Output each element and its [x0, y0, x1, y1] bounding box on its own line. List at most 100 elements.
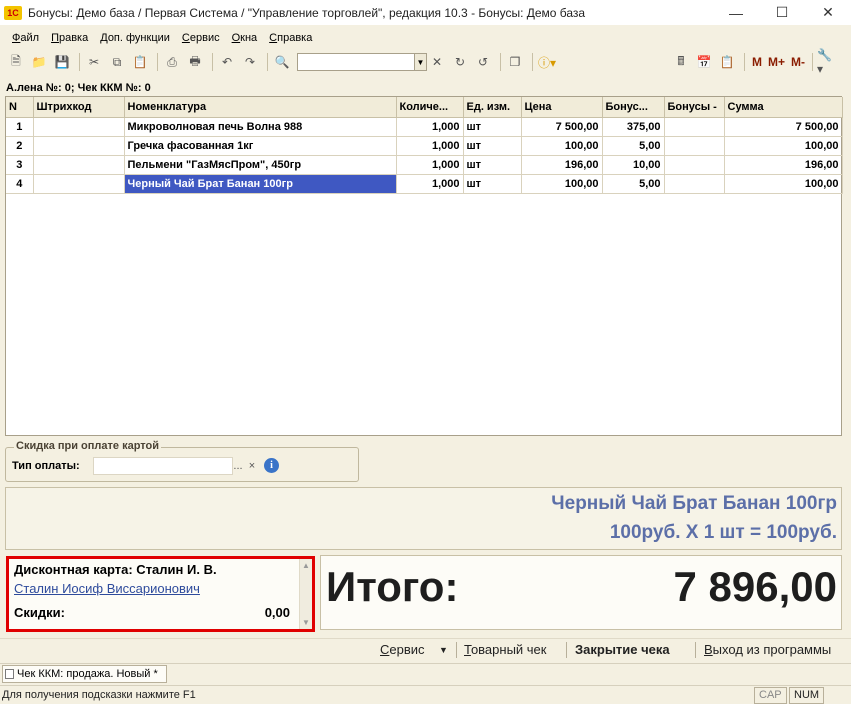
cell-barcode[interactable]: [33, 155, 125, 175]
memory-minus-button[interactable]: M-: [791, 55, 805, 69]
find-next-icon[interactable]: ↻: [450, 52, 470, 72]
pay-type-clear-icon[interactable]: ×: [246, 458, 258, 474]
cell-sum[interactable]: 7 500,00: [724, 117, 843, 137]
menu-edit[interactable]: Правка: [51, 32, 88, 44]
cell-bonus[interactable]: 375,00: [602, 117, 665, 137]
open-folder-icon[interactable]: 📁: [29, 52, 49, 72]
cell-barcode[interactable]: [33, 136, 125, 156]
cell-price[interactable]: 196,00: [521, 155, 603, 175]
cell-qty[interactable]: 1,000: [396, 174, 464, 194]
column-header-barcode[interactable]: Штрихкод: [33, 97, 125, 118]
cut-icon[interactable]: ✂: [84, 52, 104, 72]
redo-icon[interactable]: ↷: [240, 52, 260, 72]
cell-barcode[interactable]: [33, 174, 125, 194]
cell-sum[interactable]: 100,00: [724, 174, 843, 194]
settings-wrench-icon[interactable]: 🔧▾: [817, 48, 837, 76]
menu-extra-functions[interactable]: Доп. функции: [100, 32, 170, 44]
goods-receipt-button[interactable]: Товарный чек: [464, 642, 546, 657]
cell-price[interactable]: 100,00: [521, 174, 603, 194]
cell-item[interactable]: Черный Чай Брат Банан 100гр: [124, 174, 397, 194]
table-row[interactable]: 2 Гречка фасованная 1кг 1,000 шт 100,00 …: [6, 136, 843, 156]
cell-item[interactable]: Микроволновая печь Волна 988: [124, 117, 397, 137]
memory-plus-button[interactable]: M+: [768, 55, 785, 69]
cell-unit[interactable]: шт: [463, 117, 522, 137]
column-header-bonus-minus[interactable]: Бонусы -: [664, 97, 725, 118]
cell-n[interactable]: 1: [6, 117, 34, 137]
clear-search-icon[interactable]: ✕: [427, 52, 447, 72]
column-header-item[interactable]: Номенклатура: [124, 97, 397, 118]
info-dropdown-icon[interactable]: ⓘ▾: [537, 52, 557, 72]
table-row[interactable]: 1 Микроволновая печь Волна 988 1,000 шт …: [6, 117, 843, 137]
cell-unit[interactable]: шт: [463, 155, 522, 175]
search-icon[interactable]: 🔍: [272, 52, 292, 72]
pay-type-select-button[interactable]: ...: [232, 458, 244, 474]
cell-bonus[interactable]: 5,00: [602, 174, 665, 194]
pay-type-input[interactable]: [93, 457, 233, 475]
table-row[interactable]: 3 Пельмени "ГазМясПром", 450гр 1,000 шт …: [6, 155, 843, 175]
menu-help[interactable]: Справка: [269, 32, 312, 44]
close-icon[interactable]: ✕: [805, 0, 851, 25]
discount-card-scrollbar[interactable]: ▲ ▼: [299, 559, 312, 629]
table-row-selected[interactable]: 4 Черный Чай Брат Банан 100гр 1,000 шт 1…: [6, 174, 843, 194]
discount-card-owner-link[interactable]: Сталин Иосиф Виссарионович: [14, 581, 200, 596]
scroll-down-icon[interactable]: ▼: [302, 618, 310, 627]
paste-icon[interactable]: 📋: [130, 52, 150, 72]
print-icon[interactable]: ⎙: [162, 52, 182, 72]
memory-button[interactable]: M: [752, 55, 762, 69]
cell-price[interactable]: 100,00: [521, 136, 603, 156]
menu-service[interactable]: Сервис: [182, 32, 220, 44]
clipboard-icon[interactable]: 📋: [717, 52, 737, 72]
scroll-up-icon[interactable]: ▲: [302, 561, 310, 570]
service-menu-button[interactable]: Сервис: [380, 642, 425, 657]
column-header-sum[interactable]: Сумма: [724, 97, 843, 118]
cell-bonus[interactable]: 10,00: [602, 155, 665, 175]
close-check-button[interactable]: Закрытие чека: [575, 642, 670, 657]
cell-bonus[interactable]: 5,00: [602, 136, 665, 156]
current-product-name: Черный Чай Брат Банан 100гр: [551, 493, 837, 514]
info-icon[interactable]: i: [264, 458, 279, 473]
toolbar-separator: [743, 53, 745, 71]
windows-icon[interactable]: ❐: [505, 52, 525, 72]
column-header-unit[interactable]: Ед. изм.: [463, 97, 522, 118]
copy-icon[interactable]: ⧉: [107, 52, 127, 72]
cell-price[interactable]: 7 500,00: [521, 117, 603, 137]
cell-item[interactable]: Пельмени "ГазМясПром", 450гр: [124, 155, 397, 175]
window-tab-check[interactable]: Чек ККМ: продажа. Новый *: [2, 665, 167, 683]
exit-program-button[interactable]: Выход из программы: [704, 642, 831, 657]
column-header-qty[interactable]: Количе...: [396, 97, 464, 118]
cell-bonus-minus[interactable]: [664, 155, 725, 175]
search-input[interactable]: [297, 53, 415, 71]
cell-bonus-minus[interactable]: [664, 174, 725, 194]
cell-bonus-minus[interactable]: [664, 136, 725, 156]
column-header-n[interactable]: N: [6, 97, 34, 118]
cell-bonus-minus[interactable]: [664, 117, 725, 137]
cell-sum[interactable]: 100,00: [724, 136, 843, 156]
service-dropdown-icon[interactable]: ▼: [439, 645, 448, 655]
undo-icon[interactable]: ↶: [217, 52, 237, 72]
calendar-icon[interactable]: 📅: [694, 52, 714, 72]
column-header-bonus[interactable]: Бонус...: [602, 97, 665, 118]
cell-sum[interactable]: 196,00: [724, 155, 843, 175]
new-document-icon[interactable]: 🗎: [6, 52, 26, 72]
cell-qty[interactable]: 1,000: [396, 155, 464, 175]
print-preview-icon[interactable]: 🖶: [185, 52, 205, 72]
cell-barcode[interactable]: [33, 117, 125, 137]
minimize-icon[interactable]: —: [713, 0, 759, 25]
cell-qty[interactable]: 1,000: [396, 117, 464, 137]
search-dropdown-icon[interactable]: ▼: [415, 53, 427, 71]
menu-windows[interactable]: Окна: [232, 32, 258, 44]
cell-n[interactable]: 4: [6, 174, 34, 194]
cell-n[interactable]: 2: [6, 136, 34, 156]
menu-file[interactable]: Файл: [12, 32, 39, 44]
maximize-icon[interactable]: ☐: [759, 0, 805, 25]
column-header-price[interactable]: Цена: [521, 97, 603, 118]
find-previous-icon[interactable]: ↺: [473, 52, 493, 72]
cell-unit[interactable]: шт: [463, 136, 522, 156]
cell-unit[interactable]: шт: [463, 174, 522, 194]
save-icon[interactable]: 💾: [52, 52, 72, 72]
cell-qty[interactable]: 1,000: [396, 136, 464, 156]
cell-item[interactable]: Гречка фасованная 1кг: [124, 136, 397, 156]
goods-table[interactable]: N Штрихкод Номенклатура Количе... Ед. из…: [5, 96, 843, 436]
calculator-icon[interactable]: 🖩: [671, 52, 691, 72]
cell-n[interactable]: 3: [6, 155, 34, 175]
